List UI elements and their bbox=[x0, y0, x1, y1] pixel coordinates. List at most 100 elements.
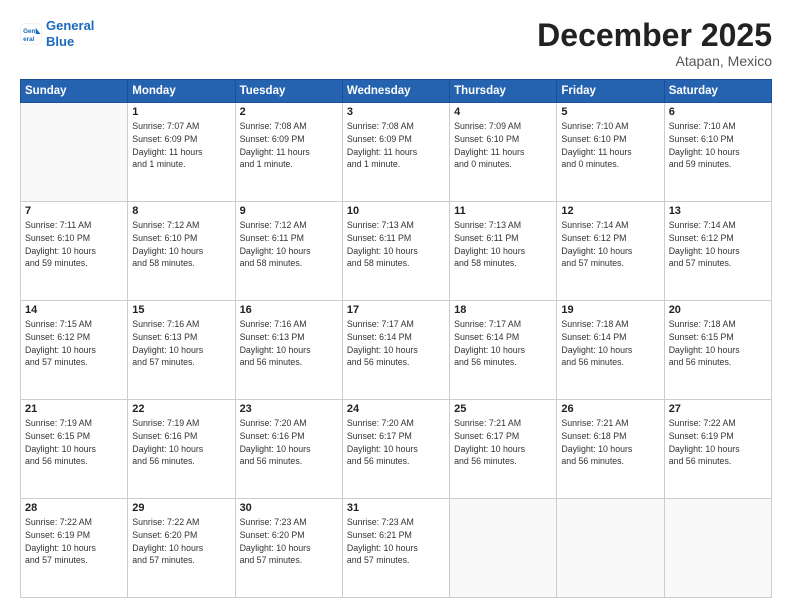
calendar-cell: 6Sunrise: 7:10 AMSunset: 6:10 PMDaylight… bbox=[664, 103, 771, 202]
logo-icon: Gen eral bbox=[20, 23, 42, 45]
day-number: 27 bbox=[669, 403, 767, 415]
svg-text:eral: eral bbox=[23, 36, 34, 43]
calendar-cell: 29Sunrise: 7:22 AMSunset: 6:20 PMDayligh… bbox=[128, 499, 235, 598]
day-number: 24 bbox=[347, 403, 445, 415]
day-info: Sunrise: 7:08 AMSunset: 6:09 PMDaylight:… bbox=[240, 120, 338, 171]
calendar-cell: 30Sunrise: 7:23 AMSunset: 6:20 PMDayligh… bbox=[235, 499, 342, 598]
day-info: Sunrise: 7:22 AMSunset: 6:19 PMDaylight:… bbox=[669, 417, 767, 468]
calendar-cell: 3 Sunrise: 7:08 AMSunset: 6:09 PMDaylight… bbox=[342, 103, 449, 202]
day-number: 5 bbox=[561, 106, 659, 118]
logo-line1: General bbox=[46, 18, 94, 33]
day-info: Sunrise: 7:19 AMSunset: 6:15 PMDaylight:… bbox=[25, 417, 123, 468]
day-number: 12 bbox=[561, 205, 659, 217]
day-number: 16 bbox=[240, 304, 338, 316]
day-number: 15 bbox=[132, 304, 230, 316]
calendar-cell: 2 Sunrise: 7:08 AMSunset: 6:09 PMDaylight… bbox=[235, 103, 342, 202]
day-info: Sunrise: 7:19 AMSunset: 6:16 PMDaylight:… bbox=[132, 417, 230, 468]
calendar-cell: 21Sunrise: 7:19 AMSunset: 6:15 PMDayligh… bbox=[21, 400, 128, 499]
calendar-cell: 20 Sunrise: 7:18 AMSunset: 6:15 PMDayligh… bbox=[664, 301, 771, 400]
day-info: Sunrise: 7:22 AMSunset: 6:19 PMDaylight:… bbox=[25, 516, 123, 567]
calendar-cell: 23 Sunrise: 7:20 AMSunset: 6:16 PMDayligh… bbox=[235, 400, 342, 499]
calendar-cell: 5 Sunrise: 7:10 AMSunset: 6:10 PMDaylight… bbox=[557, 103, 664, 202]
day-number: 3 bbox=[347, 106, 445, 118]
day-info: Sunrise: 7:13 AMSunset: 6:11 PMDaylight:… bbox=[454, 219, 552, 270]
day-number: 8 bbox=[132, 205, 230, 217]
calendar-cell: 16Sunrise: 7:16 AMSunset: 6:13 PMDayligh… bbox=[235, 301, 342, 400]
day-info: Sunrise: 7:14 AMSunset: 6:12 PMDaylight:… bbox=[561, 219, 659, 270]
day-info: Sunrise: 7:13 AMSunset: 6:11 PMDaylight:… bbox=[347, 219, 445, 270]
day-info: Sunrise: 7:12 AMSunset: 6:10 PMDaylight:… bbox=[132, 219, 230, 270]
calendar-cell: 7 Sunrise: 7:11 AMSunset: 6:10 PMDaylight… bbox=[21, 202, 128, 301]
calendar-cell bbox=[664, 499, 771, 598]
week-row-1: 1Sunrise: 7:07 AMSunset: 6:09 PMDaylight… bbox=[21, 103, 772, 202]
day-number: 22 bbox=[132, 403, 230, 415]
day-info: Sunrise: 7:18 AMSunset: 6:15 PMDaylight:… bbox=[669, 318, 767, 369]
day-number: 4 bbox=[454, 106, 552, 118]
day-number: 10 bbox=[347, 205, 445, 217]
weekday-header-friday: Friday bbox=[557, 80, 664, 103]
day-number: 28 bbox=[25, 502, 123, 514]
day-number: 30 bbox=[240, 502, 338, 514]
day-info: Sunrise: 7:11 AMSunset: 6:10 PMDaylight:… bbox=[25, 219, 123, 270]
day-info: Sunrise: 7:16 AMSunset: 6:13 PMDaylight:… bbox=[132, 318, 230, 369]
day-info: Sunrise: 7:17 AMSunset: 6:14 PMDaylight:… bbox=[454, 318, 552, 369]
location: Atapan, Mexico bbox=[537, 53, 772, 69]
calendar-cell bbox=[450, 499, 557, 598]
day-number: 9 bbox=[240, 205, 338, 217]
day-number: 11 bbox=[454, 205, 552, 217]
calendar-cell: 15 Sunrise: 7:16 AMSunset: 6:13 PMDayligh… bbox=[128, 301, 235, 400]
day-info: Sunrise: 7:23 AMSunset: 6:21 PMDaylight:… bbox=[347, 516, 445, 567]
day-number: 20 bbox=[669, 304, 767, 316]
calendar-cell: 12 Sunrise: 7:14 AMSunset: 6:12 PMDayligh… bbox=[557, 202, 664, 301]
calendar-cell: 22 Sunrise: 7:19 AMSunset: 6:16 PMDayligh… bbox=[128, 400, 235, 499]
calendar-cell: 14Sunrise: 7:15 AMSunset: 6:12 PMDayligh… bbox=[21, 301, 128, 400]
day-info: Sunrise: 7:08 AMSunset: 6:09 PMDaylight:… bbox=[347, 120, 445, 171]
weekday-header-row: SundayMondayTuesdayWednesdayThursdayFrid… bbox=[21, 80, 772, 103]
day-info: Sunrise: 7:21 AMSunset: 6:18 PMDaylight:… bbox=[561, 417, 659, 468]
logo-text: General Blue bbox=[46, 18, 94, 49]
day-number: 25 bbox=[454, 403, 552, 415]
day-number: 7 bbox=[25, 205, 123, 217]
calendar-cell: 19 Sunrise: 7:18 AMSunset: 6:14 PMDayligh… bbox=[557, 301, 664, 400]
weekday-header-monday: Monday bbox=[128, 80, 235, 103]
day-info: Sunrise: 7:07 AMSunset: 6:09 PMDaylight:… bbox=[132, 120, 230, 171]
calendar-cell: 27 Sunrise: 7:22 AMSunset: 6:19 PMDayligh… bbox=[664, 400, 771, 499]
day-info: Sunrise: 7:21 AMSunset: 6:17 PMDaylight:… bbox=[454, 417, 552, 468]
day-number: 17 bbox=[347, 304, 445, 316]
title-block: December 2025 Atapan, Mexico bbox=[537, 18, 772, 69]
day-info: Sunrise: 7:20 AMSunset: 6:17 PMDaylight:… bbox=[347, 417, 445, 468]
calendar-cell: 1Sunrise: 7:07 AMSunset: 6:09 PMDaylight… bbox=[128, 103, 235, 202]
day-number: 23 bbox=[240, 403, 338, 415]
day-info: Sunrise: 7:17 AMSunset: 6:14 PMDaylight:… bbox=[347, 318, 445, 369]
day-number: 13 bbox=[669, 205, 767, 217]
calendar-cell: 9 Sunrise: 7:12 AMSunset: 6:11 PMDaylight… bbox=[235, 202, 342, 301]
calendar-body: 1Sunrise: 7:07 AMSunset: 6:09 PMDaylight… bbox=[21, 103, 772, 598]
calendar-cell: 17 Sunrise: 7:17 AMSunset: 6:14 PMDayligh… bbox=[342, 301, 449, 400]
day-number: 2 bbox=[240, 106, 338, 118]
week-row-2: 7 Sunrise: 7:11 AMSunset: 6:10 PMDaylight… bbox=[21, 202, 772, 301]
day-info: Sunrise: 7:12 AMSunset: 6:11 PMDaylight:… bbox=[240, 219, 338, 270]
calendar-cell: 25 Sunrise: 7:21 AMSunset: 6:17 PMDayligh… bbox=[450, 400, 557, 499]
weekday-header-thursday: Thursday bbox=[450, 80, 557, 103]
weekday-header-wednesday: Wednesday bbox=[342, 80, 449, 103]
calendar-cell: 24 Sunrise: 7:20 AMSunset: 6:17 PMDayligh… bbox=[342, 400, 449, 499]
day-info: Sunrise: 7:09 AMSunset: 6:10 PMDaylight:… bbox=[454, 120, 552, 171]
logo-line2: Blue bbox=[46, 34, 74, 49]
calendar-cell: 4 Sunrise: 7:09 AMSunset: 6:10 PMDaylight… bbox=[450, 103, 557, 202]
weekday-header-tuesday: Tuesday bbox=[235, 80, 342, 103]
day-number: 31 bbox=[347, 502, 445, 514]
day-number: 19 bbox=[561, 304, 659, 316]
week-row-3: 14Sunrise: 7:15 AMSunset: 6:12 PMDayligh… bbox=[21, 301, 772, 400]
calendar-table: SundayMondayTuesdayWednesdayThursdayFrid… bbox=[20, 79, 772, 598]
day-info: Sunrise: 7:10 AMSunset: 6:10 PMDaylight:… bbox=[669, 120, 767, 171]
week-row-5: 28 Sunrise: 7:22 AMSunset: 6:19 PMDayligh… bbox=[21, 499, 772, 598]
day-info: Sunrise: 7:10 AMSunset: 6:10 PMDaylight:… bbox=[561, 120, 659, 171]
month-title: December 2025 bbox=[537, 18, 772, 53]
calendar-cell: 26Sunrise: 7:21 AMSunset: 6:18 PMDayligh… bbox=[557, 400, 664, 499]
header: Gen eral General Blue December 2025 Atap… bbox=[20, 18, 772, 69]
day-info: Sunrise: 7:18 AMSunset: 6:14 PMDaylight:… bbox=[561, 318, 659, 369]
day-info: Sunrise: 7:14 AMSunset: 6:12 PMDaylight:… bbox=[669, 219, 767, 270]
day-info: Sunrise: 7:20 AMSunset: 6:16 PMDaylight:… bbox=[240, 417, 338, 468]
page: Gen eral General Blue December 2025 Atap… bbox=[0, 0, 792, 612]
week-row-4: 21Sunrise: 7:19 AMSunset: 6:15 PMDayligh… bbox=[21, 400, 772, 499]
